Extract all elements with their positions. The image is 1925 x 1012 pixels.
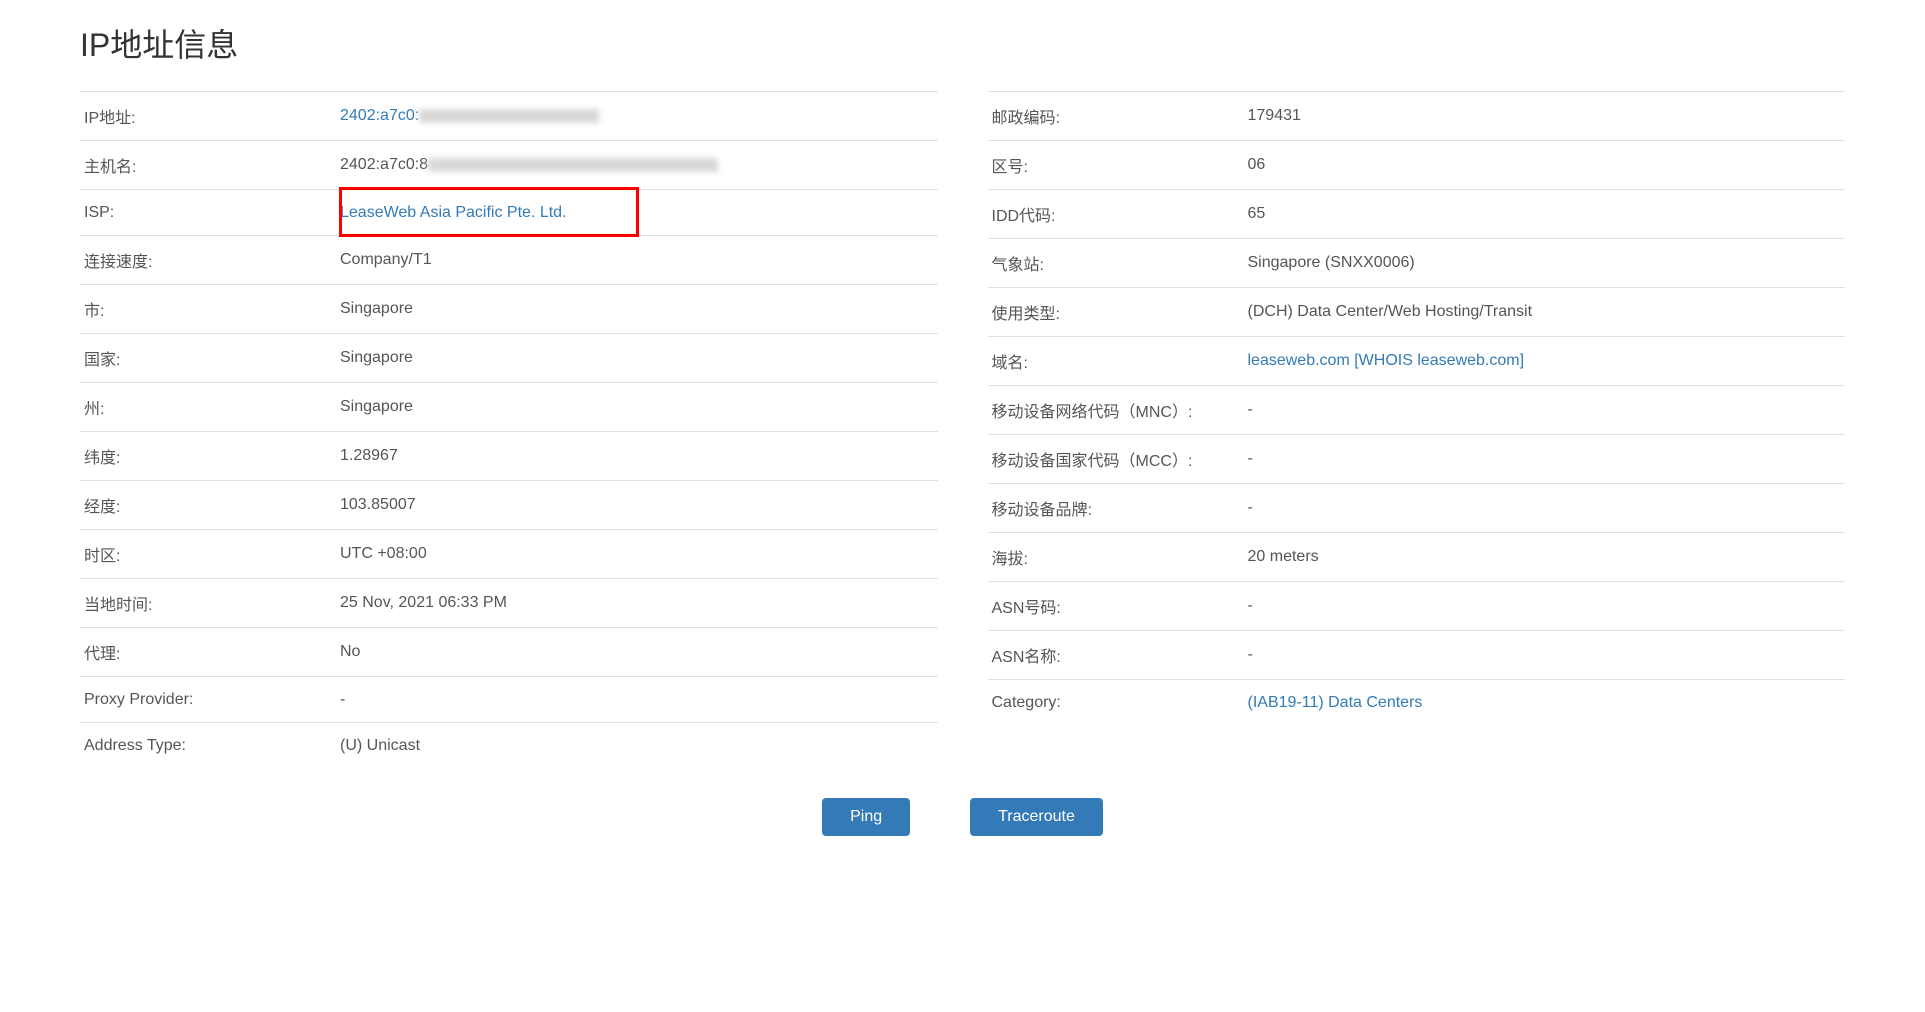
- table-row: 主机名:2402:a7c0:8: [80, 140, 938, 189]
- left-column: IP地址:2402:a7c0:主机名:2402:a7c0:8ISP:LeaseW…: [80, 91, 938, 768]
- table-row: 国家:Singapore: [80, 333, 938, 382]
- row-label: 主机名:: [80, 153, 340, 177]
- row-value: Singapore: [340, 300, 938, 318]
- row-label: IP地址:: [80, 104, 340, 128]
- row-value: 1.28967: [340, 447, 938, 465]
- redacted-text: [419, 109, 599, 123]
- row-label: IDD代码:: [988, 202, 1248, 226]
- row-value[interactable]: 2402:a7c0:: [340, 107, 938, 125]
- table-row: Proxy Provider:-: [80, 676, 938, 722]
- row-value: -: [340, 691, 938, 709]
- row-label: 经度:: [80, 493, 340, 517]
- table-row: 当地时间:25 Nov, 2021 06:33 PM: [80, 578, 938, 627]
- table-row: 连接速度:Company/T1: [80, 235, 938, 284]
- row-label: ASN名称:: [988, 643, 1248, 667]
- row-label: 邮政编码:: [988, 104, 1248, 128]
- row-value: -: [1248, 450, 1846, 468]
- table-row: IP地址:2402:a7c0:: [80, 91, 938, 140]
- right-column: 邮政编码:179431区号:06IDD代码:65气象站:Singapore (S…: [988, 91, 1846, 768]
- row-value: 179431: [1248, 107, 1846, 125]
- table-row: 移动设备网络代码（MNC）:-: [988, 385, 1846, 434]
- row-value: 2402:a7c0:8: [340, 156, 938, 174]
- row-label: 州:: [80, 395, 340, 419]
- row-label: Address Type:: [80, 737, 340, 755]
- row-label: 国家:: [80, 346, 340, 370]
- row-value: -: [1248, 646, 1846, 664]
- table-row: ASN名称:-: [988, 630, 1846, 679]
- table-row: 市:Singapore: [80, 284, 938, 333]
- row-value: 103.85007: [340, 496, 938, 514]
- row-value: -: [1248, 401, 1846, 419]
- table-row: 纬度:1.28967: [80, 431, 938, 480]
- row-label: 域名:: [988, 349, 1248, 373]
- redacted-text: [428, 158, 718, 172]
- row-label: 连接速度:: [80, 248, 340, 272]
- row-value: (U) Unicast: [340, 737, 938, 755]
- row-label: 海拔:: [988, 545, 1248, 569]
- row-label: Category:: [988, 694, 1248, 712]
- traceroute-button[interactable]: Traceroute: [970, 798, 1103, 836]
- row-value: 65: [1248, 205, 1846, 223]
- row-label: 移动设备国家代码（MCC）:: [988, 447, 1248, 471]
- row-label: 移动设备品牌:: [988, 496, 1248, 520]
- row-label: Proxy Provider:: [80, 691, 340, 709]
- row-value: No: [340, 643, 938, 661]
- row-value: 25 Nov, 2021 06:33 PM: [340, 594, 938, 612]
- row-value[interactable]: leaseweb.com [WHOIS leaseweb.com]: [1248, 352, 1846, 370]
- table-row: 邮政编码:179431: [988, 91, 1846, 140]
- table-row: 代理:No: [80, 627, 938, 676]
- row-value: 06: [1248, 156, 1846, 174]
- table-row: 海拔:20 meters: [988, 532, 1846, 581]
- info-columns: IP地址:2402:a7c0:主机名:2402:a7c0:8ISP:LeaseW…: [80, 91, 1845, 768]
- table-row: 区号:06: [988, 140, 1846, 189]
- row-value: 20 meters: [1248, 548, 1846, 566]
- row-label: 移动设备网络代码（MNC）:: [988, 398, 1248, 422]
- row-value: Singapore: [340, 398, 938, 416]
- row-value[interactable]: (IAB19-11) Data Centers: [1248, 694, 1846, 712]
- row-label: 市:: [80, 297, 340, 321]
- table-row: 移动设备品牌:-: [988, 483, 1846, 532]
- row-label: 使用类型:: [988, 300, 1248, 324]
- table-row: ASN号码:-: [988, 581, 1846, 630]
- row-value: UTC +08:00: [340, 545, 938, 563]
- row-label: ASN号码:: [988, 594, 1248, 618]
- row-label: 时区:: [80, 542, 340, 566]
- row-value: Singapore: [340, 349, 938, 367]
- page-title: IP地址信息: [80, 20, 1845, 66]
- row-value: -: [1248, 499, 1846, 517]
- table-row: 时区:UTC +08:00: [80, 529, 938, 578]
- table-row: 经度:103.85007: [80, 480, 938, 529]
- row-label: ISP:: [80, 204, 340, 222]
- table-row: 使用类型:(DCH) Data Center/Web Hosting/Trans…: [988, 287, 1846, 336]
- row-value: Company/T1: [340, 251, 938, 269]
- table-row: 气象站:Singapore (SNXX0006): [988, 238, 1846, 287]
- row-value: -: [1248, 597, 1846, 615]
- table-row: 域名:leaseweb.com [WHOIS leaseweb.com]: [988, 336, 1846, 385]
- action-buttons: Ping Traceroute: [80, 798, 1845, 836]
- row-value: (DCH) Data Center/Web Hosting/Transit: [1248, 303, 1846, 321]
- table-row: ISP:LeaseWeb Asia Pacific Pte. Ltd.: [80, 189, 938, 235]
- table-row: 移动设备国家代码（MCC）:-: [988, 434, 1846, 483]
- table-row: IDD代码:65: [988, 189, 1846, 238]
- row-value: Singapore (SNXX0006): [1248, 254, 1846, 272]
- row-value[interactable]: LeaseWeb Asia Pacific Pte. Ltd.: [340, 204, 938, 222]
- table-row: Address Type:(U) Unicast: [80, 722, 938, 768]
- row-label: 气象站:: [988, 251, 1248, 275]
- table-row: Category:(IAB19-11) Data Centers: [988, 679, 1846, 725]
- host-prefix: 2402:a7c0:8: [340, 156, 428, 173]
- ip-prefix: 2402:a7c0:: [340, 107, 419, 124]
- row-label: 代理:: [80, 640, 340, 664]
- row-label: 区号:: [988, 153, 1248, 177]
- row-label: 当地时间:: [80, 591, 340, 615]
- ping-button[interactable]: Ping: [822, 798, 910, 836]
- row-label: 纬度:: [80, 444, 340, 468]
- table-row: 州:Singapore: [80, 382, 938, 431]
